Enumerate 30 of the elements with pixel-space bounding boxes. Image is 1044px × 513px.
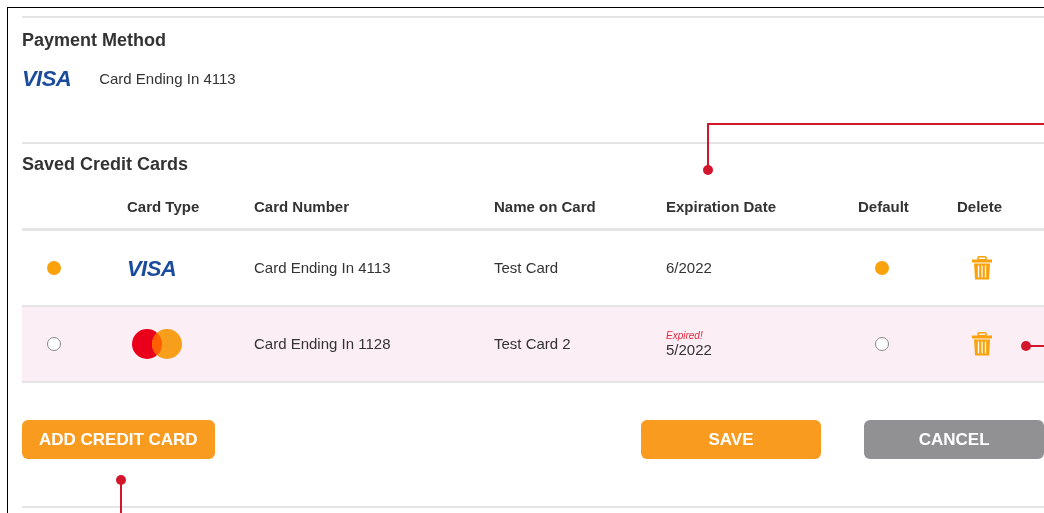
- leader-line: [1021, 341, 1044, 351]
- column-header: Default: [858, 197, 909, 215]
- card-label: Card Ending In 4113: [99, 69, 236, 89]
- mastercard-logo-icon: [132, 328, 182, 360]
- visa-logo: VISA: [127, 255, 177, 281]
- cancel-button[interactable]: CANCEL: [864, 420, 1044, 459]
- table-cell: Card Ending In 4113: [254, 259, 391, 276]
- table-cell: Test Card 2: [494, 335, 571, 352]
- column-header: Expiration Date: [666, 197, 777, 215]
- save-button[interactable]: SAVE: [640, 420, 822, 459]
- radio-button[interactable]: [47, 337, 61, 351]
- trash-icon[interactable]: [972, 332, 992, 356]
- table-cell: 5/2022: [666, 340, 712, 359]
- expired-note: Expired!: [666, 329, 704, 341]
- leader-line: [116, 475, 126, 513]
- table-cell: 6/2022: [666, 259, 712, 277]
- column-header: Name on Card: [494, 197, 596, 215]
- default-radio[interactable]: [875, 261, 889, 275]
- section-title: Saved Credit Cards: [22, 154, 189, 174]
- table-cell: Card Ending In 1128: [254, 335, 391, 352]
- add-credit-card-button[interactable]: ADD CREDIT CARD: [22, 420, 215, 459]
- default-radio[interactable]: [875, 337, 889, 351]
- column-header: Card Number: [254, 197, 350, 215]
- radio-button[interactable]: [47, 261, 61, 275]
- section-title: Payment Method: [22, 30, 167, 50]
- trash-icon[interactable]: [972, 256, 992, 280]
- visa-logo: VISA: [22, 68, 72, 91]
- column-header: Card Type: [127, 197, 200, 215]
- column-header: Delete: [957, 197, 1003, 215]
- table-cell: Test Card: [494, 259, 559, 276]
